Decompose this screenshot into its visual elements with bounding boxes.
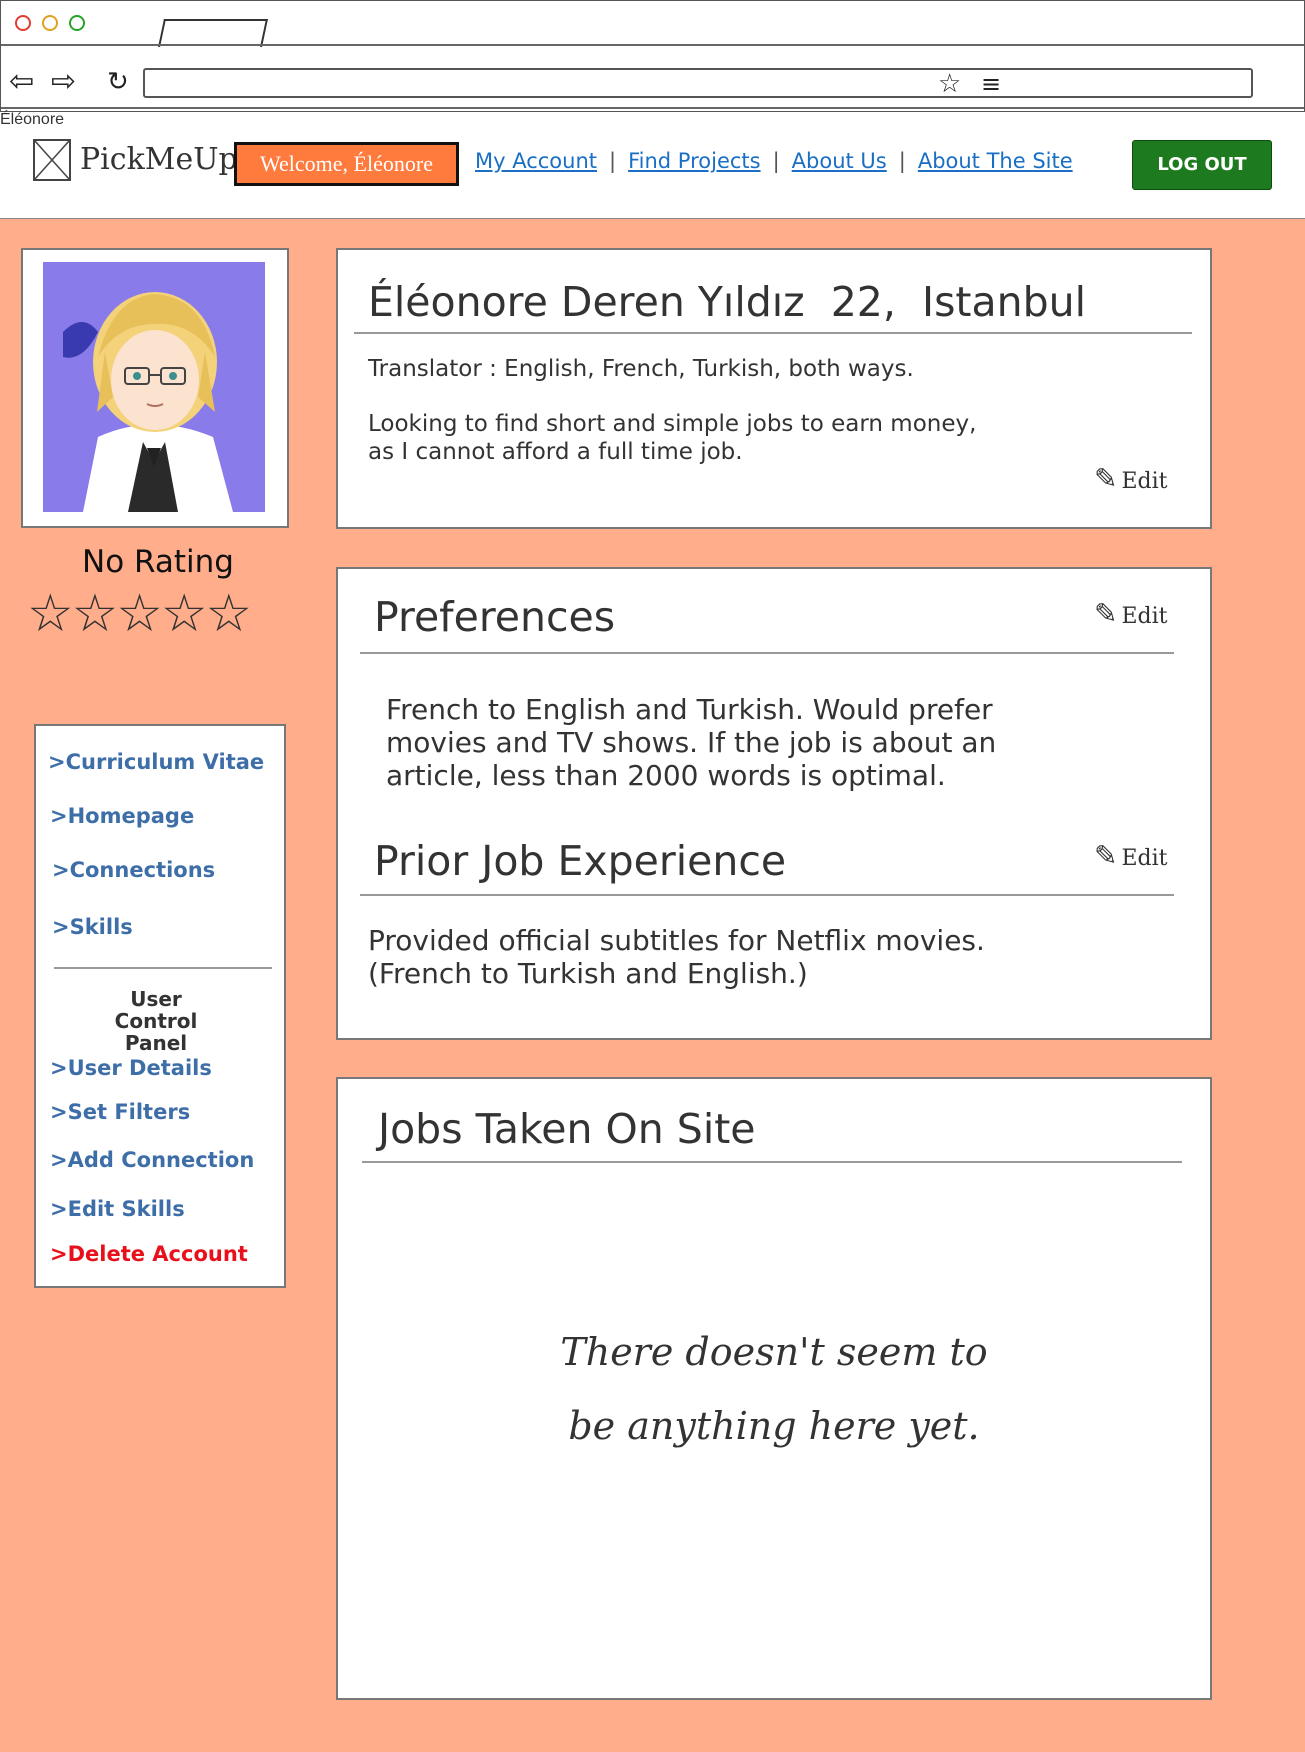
nav-separator: | [609,149,617,173]
preferences-line2: movies and TV shows. If the job is about… [386,726,997,759]
sidebar-item-cv[interactable]: >Curriculum Vitae [48,750,264,774]
jobs-divider [362,1161,1182,1163]
preferences-title: Preferences [374,593,616,641]
nav-separator: | [898,149,906,173]
sidebar-item-user-details[interactable]: >User Details [50,1056,212,1080]
star-rating[interactable]: ☆☆☆☆☆ [27,588,252,640]
minimize-window-icon[interactable] [42,15,58,31]
close-window-icon[interactable] [15,15,31,31]
jobs-title: Jobs Taken On Site [378,1105,756,1153]
tab-divider [1,44,1304,46]
title-divider [354,332,1192,334]
page-tab-label: Éléonore [0,111,65,128]
edit-preferences-button[interactable]: ✎ Edit [1094,597,1168,630]
reload-icon[interactable]: ↻ [107,67,129,97]
edit-label: Edit [1121,846,1168,871]
maximize-window-icon[interactable] [69,15,85,31]
back-arrow-icon[interactable]: ⇦ [9,67,34,97]
welcome-badge: Welcome, Éléonore [234,142,459,186]
preferences-line1: French to English and Turkish. Would pre… [386,693,993,726]
edit-label: Edit [1121,604,1168,629]
sidebar-item-connections[interactable]: >Connections [52,858,215,882]
sidebar-item-homepage[interactable]: >Homepage [50,804,194,828]
sidebar-divider [54,967,272,969]
profile-bio-line1: Looking to find short and simple jobs to… [368,411,977,437]
pencil-icon: ✎ [1094,597,1118,630]
profile-info-card: Éléonore Deren Yıldız 22, Istanbul Trans… [336,248,1212,529]
pencil-icon: ✎ [1094,839,1118,872]
user-control-panel-title: User Control Panel [114,987,198,1055]
nav-separator: | [772,149,780,173]
jobs-card: Jobs Taken On Site There doesn't seem to… [336,1077,1212,1700]
preferences-divider [360,652,1174,654]
address-bar[interactable] [143,68,1253,98]
prior-job-title: Prior Job Experience [374,837,787,885]
rating-label: No Rating [82,544,234,580]
sidebar-item-skills[interactable]: >Skills [52,915,133,939]
prior-job-line1: Provided official subtitles for Netflix … [368,924,985,957]
main-nav: My Account | Find Projects | About Us | About … [475,149,1073,173]
preferences-line3: article, less than 2000 words is optimal… [386,759,946,792]
logo-image-icon[interactable] [33,139,71,181]
edit-label: Edit [1121,469,1168,494]
prior-job-divider [360,894,1174,896]
forward-arrow-icon[interactable]: ⇨ [51,67,76,97]
preferences-card: Preferences ✎ Edit French to English and … [336,567,1212,1040]
toolbar-divider [1,107,1304,109]
browser-tab[interactable] [158,19,268,47]
browser-window: ⇦ ⇨ ↻ ☆ ≡ [0,0,1305,112]
logout-button[interactable]: LOG OUT [1132,140,1272,190]
empty-state-line1: There doesn't seem to [560,1330,988,1374]
profile-occupation: Translator : English, French, Turkish, b… [368,356,914,382]
menu-icon[interactable]: ≡ [981,69,1001,99]
sidebar-item-delete-account[interactable]: >Delete Account [50,1242,248,1266]
nav-about-us[interactable]: About Us [792,149,887,173]
bookmark-star-icon[interactable]: ☆ [938,69,961,99]
pencil-icon: ✎ [1094,462,1118,495]
sidebar-item-add-connection[interactable]: >Add Connection [50,1148,254,1172]
edit-profile-button[interactable]: ✎ Edit [1094,462,1168,495]
sidebar-item-edit-skills[interactable]: >Edit Skills [50,1197,185,1221]
nav-about-site[interactable]: About The Site [918,149,1073,173]
avatar[interactable] [43,262,265,512]
edit-prior-job-button[interactable]: ✎ Edit [1094,839,1168,872]
empty-state-line2: be anything here yet. [568,1404,980,1448]
prior-job-line2: (French to Turkish and English.) [368,957,808,990]
site-logo[interactable]: PickMeUp [80,142,238,177]
nav-find-projects[interactable]: Find Projects [628,149,761,173]
sidebar: >Curriculum Vitae >Homepage >Connections… [34,724,286,1288]
profile-title: Éléonore Deren Yıldız 22, Istanbul [368,278,1087,326]
profile-bio-line2: as I cannot afford a full time job. [368,439,743,465]
nav-my-account[interactable]: My Account [475,149,597,173]
sidebar-item-set-filters[interactable]: >Set Filters [50,1100,190,1124]
